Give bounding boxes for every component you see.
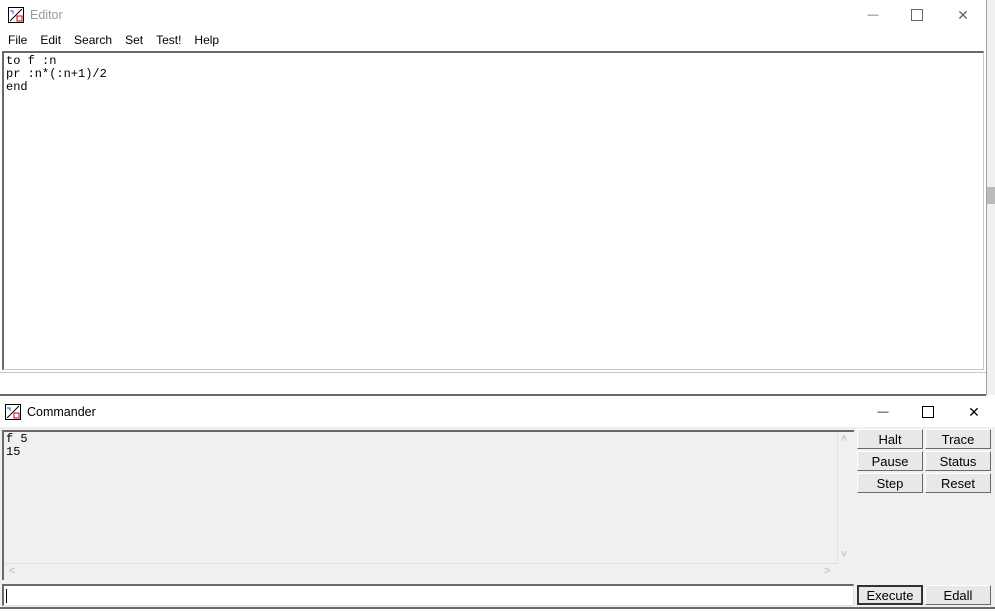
execute-button[interactable]: Execute (857, 585, 923, 605)
commander-titlebar[interactable]: Commander — ✕ (0, 397, 995, 427)
minimize-icon: — (877, 406, 889, 418)
logo-app-icon (5, 404, 21, 420)
commander-maximize-button[interactable] (905, 397, 951, 427)
reset-button[interactable]: Reset (925, 473, 991, 493)
trace-button[interactable]: Trace (925, 429, 991, 449)
text-caret (6, 589, 7, 603)
output-vertical-scrollbar[interactable]: ˄ ˅ (837, 432, 854, 562)
menu-set[interactable]: Set (120, 33, 148, 47)
output-horizontal-scrollbar[interactable]: < > (4, 563, 838, 580)
editor-titlebar[interactable]: Editor (0, 0, 986, 30)
editor-code[interactable]: to f :n pr :n*(:n+1)/2 end (4, 53, 983, 94)
commander-output[interactable]: f 5 15 ˄ ˅ < > (2, 430, 854, 580)
menu-test[interactable]: Test! (151, 33, 186, 47)
menu-file[interactable]: File (3, 33, 32, 47)
commander-title: Commander (27, 405, 96, 419)
logo-app-icon (8, 7, 24, 23)
editor-minimize-button[interactable]: — (850, 0, 896, 30)
editor-maximize-button[interactable] (894, 0, 940, 30)
commander-minimize-button[interactable]: — (860, 397, 906, 427)
close-icon: ✕ (968, 403, 980, 420)
window-separator (0, 372, 986, 396)
outer-scroll-thumb[interactable] (987, 187, 995, 204)
maximize-icon (911, 9, 923, 21)
editor-title: Editor (30, 8, 63, 22)
scroll-down-icon[interactable]: ˅ (841, 549, 847, 561)
status-button[interactable]: Status (925, 451, 991, 471)
editor-window: Editor — ✕ File Edit Search Set Test! He… (0, 0, 986, 372)
step-button[interactable]: Step (857, 473, 923, 493)
menu-help[interactable]: Help (189, 33, 224, 47)
commander-close-button[interactable]: ✕ (951, 397, 995, 427)
commander-window: Commander — ✕ f 5 15 ˄ ˅ < > Halt Trace … (0, 397, 995, 612)
maximize-icon (922, 406, 934, 418)
scroll-right-icon[interactable]: > (824, 565, 830, 577)
menu-edit[interactable]: Edit (35, 33, 66, 47)
editor-close-button[interactable]: ✕ (940, 0, 986, 30)
halt-button[interactable]: Halt (857, 429, 923, 449)
output-text: f 5 15 (6, 432, 28, 459)
menu-search[interactable]: Search (69, 33, 117, 47)
pause-button[interactable]: Pause (857, 451, 923, 471)
scroll-left-icon[interactable]: < (9, 565, 15, 577)
close-icon: ✕ (957, 6, 969, 23)
editor-text-area[interactable]: to f :n pr :n*(:n+1)/2 end (2, 51, 984, 370)
bottom-border (0, 607, 995, 612)
minimize-icon: — (867, 9, 879, 21)
editor-menubar: File Edit Search Set Test! Help (0, 30, 227, 50)
scroll-up-icon[interactable]: ˄ (841, 433, 847, 445)
edall-button[interactable]: Edall (925, 585, 991, 605)
command-input[interactable] (2, 584, 854, 606)
